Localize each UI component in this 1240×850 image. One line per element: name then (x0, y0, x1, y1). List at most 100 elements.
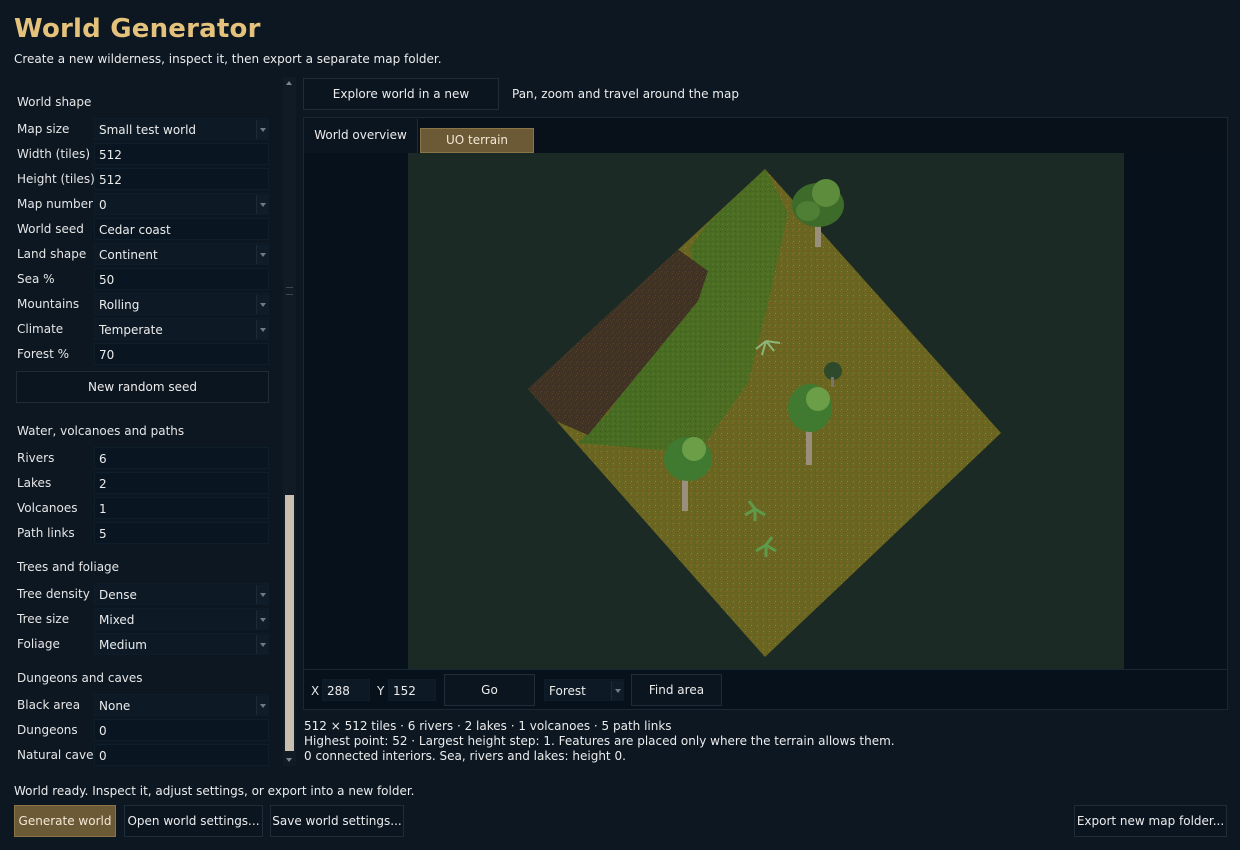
go-button[interactable]: Go (444, 674, 535, 706)
coordinate-bar: X 288 Y 152 Go Forest Find area (304, 669, 1227, 709)
black-area-row: Black area None (8, 694, 280, 716)
sea-row: Sea % 50 (8, 268, 280, 290)
volcanoes-label: Volcanoes (17, 501, 78, 515)
foliage-value: Medium (99, 638, 147, 652)
chevron-down-icon[interactable] (256, 245, 268, 264)
lakes-value: 2 (99, 477, 107, 491)
y-input[interactable]: 152 (388, 679, 436, 701)
foliage-row: Foliage Medium (8, 633, 280, 655)
dungeons-value: 0 (99, 724, 107, 738)
stats-line-2: Highest point: 52 · Largest height step:… (304, 734, 895, 748)
scroll-up-icon[interactable] (283, 77, 296, 89)
tree-density-dropdown[interactable]: Dense (94, 583, 269, 605)
forest-row: Forest % 70 (8, 343, 280, 365)
chevron-down-icon[interactable] (256, 696, 268, 715)
natural-caves-value: 0 (99, 749, 107, 763)
map-view[interactable] (304, 153, 1227, 669)
explore-world-button[interactable]: Explore world in a new window... (303, 78, 499, 131)
chevron-down-icon[interactable] (256, 195, 268, 214)
tab-world-overview[interactable]: World overview (304, 119, 418, 153)
black-area-dropdown[interactable]: None (94, 694, 269, 716)
lakes-label: Lakes (17, 476, 52, 490)
natural-caves-row: Natural caves 0 (8, 744, 280, 766)
path-links-input[interactable]: 5 (94, 522, 269, 544)
black-area-value: None (99, 699, 131, 713)
chevron-down-icon[interactable] (256, 610, 268, 629)
chevron-down-icon[interactable] (256, 635, 268, 654)
world-seed-input[interactable]: Cedar coast (94, 218, 269, 240)
world-seed-row: World seed Cedar coast (8, 218, 280, 240)
export-map-folder-button[interactable]: Export new map folder... (1074, 805, 1227, 837)
area-type-dropdown[interactable]: Forest (544, 679, 624, 701)
forest-value: 70 (99, 348, 115, 362)
sea-input[interactable]: 50 (94, 268, 269, 290)
scroll-down-icon[interactable] (283, 754, 296, 766)
width-input[interactable]: 512 (94, 143, 269, 165)
volcanoes-row: Volcanoes 1 (8, 497, 280, 519)
x-input[interactable]: 288 (322, 679, 370, 701)
rivers-row: Rivers 6 (8, 447, 280, 469)
rivers-label: Rivers (17, 451, 55, 465)
foliage-dropdown[interactable]: Medium (94, 633, 269, 655)
chevron-down-icon[interactable] (256, 295, 268, 314)
dungeons-label: Dungeons (17, 723, 78, 737)
generate-world-button[interactable]: Generate world (14, 805, 116, 837)
map-size-value: Small test world (99, 123, 197, 137)
forest-input[interactable]: 70 (94, 343, 269, 365)
settings-scrollbar[interactable] (283, 77, 296, 766)
stats-line-3: 0 connected interiors. Sea, rivers and l… (304, 749, 626, 763)
mountains-row: Mountains Rolling (8, 293, 280, 315)
chevron-down-icon[interactable] (256, 320, 268, 339)
map-size-dropdown[interactable]: Small test world (94, 118, 269, 140)
natural-caves-label: Natural caves (17, 748, 100, 762)
tree-size-row: Tree size Mixed (8, 608, 280, 630)
tab-uo-terrain-preview[interactable]: UO terrain preview (420, 128, 534, 170)
map-number-dropdown[interactable]: 0 (94, 193, 269, 215)
lakes-input[interactable]: 2 (94, 472, 269, 494)
height-value: 512 (99, 173, 122, 187)
map-number-label: Map number (17, 197, 93, 211)
map-panel: World overview UO terrain preview (303, 117, 1228, 710)
climate-dropdown[interactable]: Temperate (94, 318, 269, 340)
width-value: 512 (99, 148, 122, 162)
terrain-preview-image (528, 169, 1001, 657)
mountains-dropdown[interactable]: Rolling (94, 293, 269, 315)
rivers-value: 6 (99, 452, 107, 466)
stats-line-1: 512 × 512 tiles · 6 rivers · 2 lakes · 1… (304, 719, 672, 733)
climate-row: Climate Temperate (8, 318, 280, 340)
explore-hint: Pan, zoom and travel around the map (512, 87, 739, 101)
area-type-value: Forest (549, 684, 586, 698)
lakes-row: Lakes 2 (8, 472, 280, 494)
world-stats: 512 × 512 tiles · 6 rivers · 2 lakes · 1… (304, 719, 895, 764)
new-random-seed-button[interactable]: New random seed (16, 371, 269, 403)
height-input[interactable]: 512 (94, 168, 269, 190)
width-label: Width (tiles) (17, 147, 91, 161)
mountains-label: Mountains (17, 297, 80, 311)
land-shape-row: Land shape Continent (8, 243, 280, 265)
map-number-row: Map number 0 (8, 193, 280, 215)
path-links-value: 5 (99, 527, 107, 541)
volcanoes-input[interactable]: 1 (94, 497, 269, 519)
map-size-label: Map size (17, 122, 70, 136)
dungeons-input[interactable]: 0 (94, 719, 269, 741)
rivers-input[interactable]: 6 (94, 447, 269, 469)
climate-label: Climate (17, 322, 64, 336)
open-world-settings-button[interactable]: Open world settings... (124, 805, 263, 837)
dungeons-row: Dungeons 0 (8, 719, 280, 741)
scroll-thumb[interactable] (285, 495, 294, 751)
section-title-world-shape: World shape (17, 95, 92, 109)
save-world-settings-button[interactable]: Save world settings... (270, 805, 404, 837)
foliage-label: Foliage (17, 637, 60, 651)
tree-size-dropdown[interactable]: Mixed (94, 608, 269, 630)
land-shape-dropdown[interactable]: Continent (94, 243, 269, 265)
scroll-grip-icon (286, 287, 293, 295)
y-label: Y (377, 684, 385, 698)
chevron-down-icon[interactable] (256, 120, 268, 139)
natural-caves-input[interactable]: 0 (94, 744, 269, 766)
chevron-down-icon[interactable] (611, 681, 623, 700)
terrain-preview-canvas[interactable] (408, 153, 1124, 669)
find-area-button[interactable]: Find area (631, 674, 722, 706)
sea-label: Sea % (17, 272, 55, 286)
chevron-down-icon[interactable] (256, 585, 268, 604)
height-row: Height (tiles) 512 (8, 168, 280, 190)
